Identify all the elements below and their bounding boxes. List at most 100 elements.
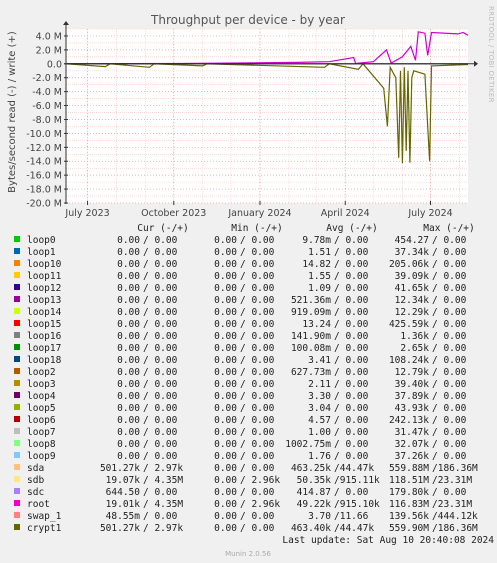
legend-name-loop9: loop9 [27,451,56,462]
legend-name-loop10: loop10 [27,259,62,270]
legend-avg-write: / 0.00 [334,427,369,438]
legend-max-write: /23.31M [432,475,472,486]
legend-swatch-loop2 [14,368,20,374]
y-tick-label: -6.0 M [32,101,62,112]
legend-avg-write: /915.11k [334,475,380,486]
legend-swatch-loop13 [14,296,20,302]
legend-cur-read: 0.00 [117,367,140,378]
legend-avg-write: / 0.00 [334,271,369,282]
legend-max-write: / 0.00 [432,295,467,306]
legend-cur-read: 0.00 [117,451,140,462]
legend-max-write: / 0.00 [432,403,467,414]
y-tick-label: 0.0 [47,59,62,70]
legend-cur-read: 0.00 [117,271,140,282]
legend-min-write: / 0.00 [240,487,275,498]
legend-name-sdc: sdc [27,487,44,498]
legend-max-write: / 0.00 [432,259,467,270]
legend-name-loop12: loop12 [27,283,61,294]
rrdtool-credit: RRDTOOL / TOBI OETIKER [487,6,495,103]
legend-min-read: 0.00 [214,451,237,462]
legend-min-write: / 0.00 [240,283,275,294]
legend-min-read: 0.00 [214,343,237,354]
legend-cur-write: / 0.00 [143,259,178,270]
legend-max-write: / 0.00 [432,427,467,438]
legend-min-read: 0.00 [214,367,237,378]
legend-name-loop2: loop2 [27,367,56,378]
legend-cur-read: 0.00 [117,247,140,258]
legend-min-write: / 0.00 [240,355,275,366]
legend-cur-read: 0.00 [117,379,140,390]
legend-cur-read: 644.50 [106,487,141,498]
legend-cur-write: / 0.00 [143,427,178,438]
legend-min-write: / 0.00 [240,391,275,402]
legend-max-read: 32.07k [395,439,430,450]
legend-cur-read: 0.00 [117,343,140,354]
legend-max-write: /186.36M [432,523,478,534]
legend-min-read: 0.00 [214,271,237,282]
legend-cur-read: 0.00 [117,331,140,342]
legend-min-write: / 0.00 [240,295,275,306]
legend-avg-read: 3.30 [308,391,331,402]
munin-version: Munin 2.0.56 [225,550,271,558]
legend-avg-write: / 0.00 [334,439,369,450]
legend-avg-write: / 0.00 [334,415,369,426]
legend-cur-read: 0.00 [117,439,140,450]
legend-min-write: / 0.00 [240,451,275,462]
legend-min-read: 0.00 [214,283,237,294]
legend-cur-write: / 4.35M [143,499,183,510]
legend-min-read: 0.00 [214,295,237,306]
legend-min-read: 0.00 [214,439,237,450]
legend-min-write: / 0.00 [240,439,275,450]
legend-min-read: 0.00 [214,307,237,318]
x-tick-label: April 2024 [321,208,370,219]
legend-min-write: / 0.00 [240,319,275,330]
legend-avg-write: / 0.00 [334,319,369,330]
legend-avg-write: /44.47k [334,463,374,474]
legend-max-read: 43.93k [395,403,430,414]
legend-swatch-loop6 [14,416,20,422]
legend-avg-write: / 0.00 [334,355,369,366]
y-tick-label: 2.0 M [36,45,62,56]
chart: Throughput per device - by year RRDTOOL … [7,6,495,558]
legend-name-sda: sda [27,463,44,474]
legend-avg-read: 3.70 [308,511,331,522]
legend-avg-read: 1.00 [308,427,331,438]
legend-swatch-loop5 [14,404,20,410]
legend-swatch-loop18 [14,356,20,362]
legend-cur-write: / 0.00 [143,403,178,414]
legend-name-swap_1: swap_1 [27,511,62,522]
legend-avg-read: 521.36m [291,295,331,306]
legend-avg-write: / 0.00 [334,295,369,306]
plot-area [66,29,468,203]
legend-max-read: 454.27 [395,235,429,246]
legend-max-read: 12.29k [395,307,430,318]
legend-name-loop0: loop0 [27,235,56,246]
legend-min-write: / 0.00 [240,307,275,318]
legend-max-write: / 0.00 [432,319,467,330]
y-axis-arrow [63,21,69,25]
legend-max-write: / 0.00 [432,451,467,462]
legend-max-read: 39.40k [395,379,430,390]
legend-cur-write: / 0.00 [143,235,178,246]
legend-max-read: 118.51M [389,475,429,486]
legend-min-read: 0.00 [214,463,237,474]
legend-min-write: / 0.00 [240,235,275,246]
legend-min-write: / 0.00 [240,271,275,282]
legend-avg-read: 919.09m [291,307,331,318]
legend-column-header: Avg (-/+) [326,223,377,234]
legend-max-write: / 0.00 [432,379,467,390]
legend-min-read: 0.00 [214,415,237,426]
legend-max-read: 559.88M [389,463,429,474]
legend-min-write: / 0.00 [240,463,275,474]
legend-avg-read: 9.78m [302,235,331,246]
legend-cur-read: 0.00 [117,295,140,306]
legend-avg-write: /11.66 [334,511,369,522]
y-tick-label: -18.0 M [26,185,62,196]
legend-avg-write: / 0.00 [334,487,369,498]
legend-min-write: / 0.00 [240,247,275,258]
legend-max-write: / 0.00 [432,247,467,258]
legend-cur-write: / 0.00 [143,343,178,354]
legend-min-read: 0.00 [214,391,237,402]
legend-max-write: /186.36M [432,463,478,474]
legend-min-read: 0.00 [214,235,237,246]
